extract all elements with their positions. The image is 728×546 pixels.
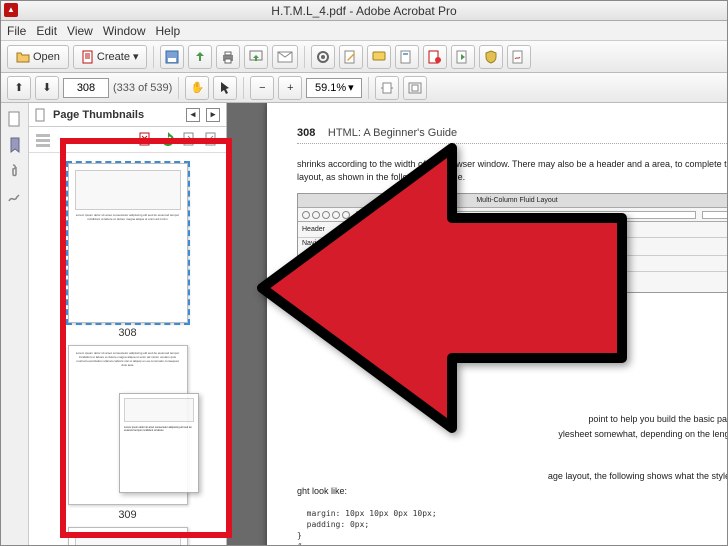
email-button[interactable] xyxy=(272,45,298,69)
signatures-tab-icon[interactable] xyxy=(7,189,23,205)
rotate-cw-icon[interactable] xyxy=(160,132,176,148)
multimedia-button[interactable] xyxy=(423,45,447,69)
menu-edit[interactable]: Edit xyxy=(36,24,57,38)
hand-icon: ✋ xyxy=(190,81,204,94)
thumbnails-title: Page Thumbnails xyxy=(53,109,144,121)
arrow-up-icon: ⬆ xyxy=(14,81,23,94)
panel-icon xyxy=(35,108,47,122)
page-count: (333 of 539) xyxy=(113,82,172,94)
thumbnail-308[interactable]: Lorem ipsum dolor sit amet consectetur a… xyxy=(43,163,212,339)
open-button[interactable]: Open xyxy=(7,45,69,69)
page-number: 308 xyxy=(297,127,315,139)
comment-button[interactable] xyxy=(367,45,391,69)
thumbnails-list[interactable]: Lorem ipsum dolor sit amet consectetur a… xyxy=(29,153,226,545)
create-icon xyxy=(82,50,94,64)
arrow-down-icon: ⬇ xyxy=(42,81,51,94)
gear-icon xyxy=(316,50,330,64)
options-icon[interactable] xyxy=(35,132,51,148)
action-icon xyxy=(456,50,470,64)
body-text: shrinks according to the width of the br… xyxy=(297,158,727,183)
thumbnails-panel: Page Thumbnails ◂ ▸ Lorem ipsum dolor si… xyxy=(29,103,227,545)
delete-page-icon[interactable] xyxy=(138,132,154,148)
select-tool-button[interactable] xyxy=(213,76,237,100)
mock-title: Multi-Column Fluid Layout xyxy=(298,194,727,208)
thumbnails-tab-icon[interactable] xyxy=(7,111,23,127)
multimedia-icon xyxy=(428,50,442,64)
extract-page-icon[interactable] xyxy=(182,132,198,148)
sign-button[interactable] xyxy=(507,45,531,69)
menu-window[interactable]: Window xyxy=(103,24,146,38)
dragging-thumbnail: Lorem ipsum dolor sit amet consectetur a… xyxy=(119,393,199,493)
edit-icon xyxy=(344,50,358,64)
share-button[interactable] xyxy=(244,45,268,69)
mock-header: Header xyxy=(298,222,727,238)
create-label: Create xyxy=(97,51,130,63)
menu-help[interactable]: Help xyxy=(156,24,181,38)
form-button[interactable] xyxy=(395,45,419,69)
title-bar: ▲ H.T.M.L_4.pdf - Adobe Acrobat Pro xyxy=(1,1,727,21)
protect-button[interactable] xyxy=(479,45,503,69)
mock-footer: Footer xyxy=(298,256,727,272)
sign-icon xyxy=(512,50,526,64)
bookmarks-tab-icon[interactable] xyxy=(7,137,23,153)
minus-icon: − xyxy=(259,82,265,94)
panel-prev-button[interactable]: ◂ xyxy=(186,108,200,122)
export-button[interactable] xyxy=(188,45,212,69)
page-number-input[interactable] xyxy=(63,78,109,98)
edit-text-button[interactable] xyxy=(339,45,363,69)
panel-next-button[interactable]: ▸ xyxy=(206,108,220,122)
thumbnail-310[interactable]: Lorem ipsum dolor sit amet consectetur 3… xyxy=(43,527,212,545)
settings-button[interactable] xyxy=(311,45,335,69)
main-toolbar: Open Create ▾ xyxy=(1,41,727,73)
thumbnails-toolbar xyxy=(29,127,226,153)
insert-page-icon[interactable] xyxy=(204,132,220,148)
print-icon xyxy=(221,50,235,64)
mail-icon xyxy=(277,51,293,63)
menu-view[interactable]: View xyxy=(67,24,93,38)
menu-bar: File Edit View Window Help xyxy=(1,21,727,41)
menu-file[interactable]: File xyxy=(7,24,26,38)
save-button[interactable] xyxy=(160,45,184,69)
code-block: margin: 10px 10px 0px 10px; padding: 0px… xyxy=(297,508,727,545)
form-icon xyxy=(400,50,414,64)
zoom-in-button[interactable]: + xyxy=(278,76,302,100)
fit-page-button[interactable] xyxy=(403,76,427,100)
select-icon xyxy=(219,81,231,95)
fit-width-button[interactable] xyxy=(375,76,399,100)
fit-width-icon xyxy=(380,82,394,94)
browser-mockup: Multi-Column Fluid Layout Header Navigat… xyxy=(297,193,727,293)
save-icon xyxy=(165,50,179,64)
fit-page-icon xyxy=(408,82,422,94)
chevron-down-icon: ▾ xyxy=(348,81,354,94)
thumb-label: 308 xyxy=(43,327,212,339)
folder-icon xyxy=(16,51,30,63)
chevron-down-icon: ▾ xyxy=(133,50,139,63)
hand-tool-button[interactable]: ✋ xyxy=(185,76,209,100)
nav-toolbar: ⬆ ⬇ (333 of 539) ✋ − + 59.1%▾ xyxy=(1,73,727,103)
shield-icon xyxy=(484,50,498,64)
print-button[interactable] xyxy=(216,45,240,69)
create-button[interactable]: Create ▾ xyxy=(73,45,148,69)
side-rail xyxy=(1,103,29,545)
share-icon xyxy=(249,50,263,64)
prev-page-button[interactable]: ⬆ xyxy=(7,76,31,100)
comment-icon xyxy=(372,50,386,64)
open-label: Open xyxy=(33,51,60,63)
window-title: H.T.M.L_4.pdf - Adobe Acrobat Pro xyxy=(271,4,456,18)
next-page-button[interactable]: ⬇ xyxy=(35,76,59,100)
pdf-icon: ▲ xyxy=(4,3,18,17)
document-area[interactable]: 308 HTML: A Beginner's Guide shrinks acc… xyxy=(227,103,727,545)
page-header-title: HTML: A Beginner's Guide xyxy=(328,127,457,139)
attachments-tab-icon[interactable] xyxy=(7,163,23,179)
plus-icon: + xyxy=(287,82,293,94)
upload-icon xyxy=(193,50,207,64)
action-button[interactable] xyxy=(451,45,475,69)
zoom-out-button[interactable]: − xyxy=(250,76,274,100)
zoom-level[interactable]: 59.1%▾ xyxy=(306,78,362,98)
thumb-label: 309 xyxy=(43,509,212,521)
page-view: 308 HTML: A Beginner's Guide shrinks acc… xyxy=(267,103,727,545)
